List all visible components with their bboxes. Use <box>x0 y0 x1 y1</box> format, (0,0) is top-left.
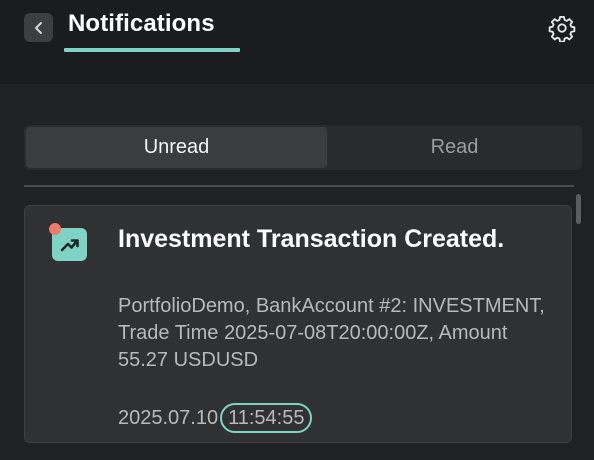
unread-indicator <box>49 223 61 235</box>
back-button[interactable] <box>24 13 53 42</box>
tab-read[interactable]: Read <box>327 125 582 170</box>
notification-tabs: Unread Read <box>24 125 582 170</box>
notification-time: 11:54:55 <box>220 403 313 433</box>
scrollbar-thumb[interactable] <box>576 194 581 224</box>
title-underline <box>64 48 240 52</box>
notification-title: Investment Transaction Created. <box>118 225 505 253</box>
gear-icon <box>548 15 576 42</box>
notifications-screen: Notifications Unread Read Investment Tra… <box>0 0 594 460</box>
notification-timestamp: 2025.07.10 11:54:55 <box>118 402 313 434</box>
notification-date: 2025.07.10 <box>118 406 219 429</box>
trending-up-icon <box>60 238 79 251</box>
tab-unread[interactable]: Unread <box>26 127 327 168</box>
divider <box>24 185 574 187</box>
page-title: Notifications <box>68 10 215 37</box>
notification-card[interactable]: Investment Transaction Created. Portfoli… <box>24 205 572 443</box>
header-bar: Notifications <box>0 0 594 84</box>
notification-body: PortfolioDemo, BankAccount #2: INVESTMEN… <box>118 295 545 371</box>
scrollbar[interactable] <box>574 192 582 460</box>
settings-button[interactable] <box>546 12 578 44</box>
chevron-left-icon <box>34 21 42 34</box>
